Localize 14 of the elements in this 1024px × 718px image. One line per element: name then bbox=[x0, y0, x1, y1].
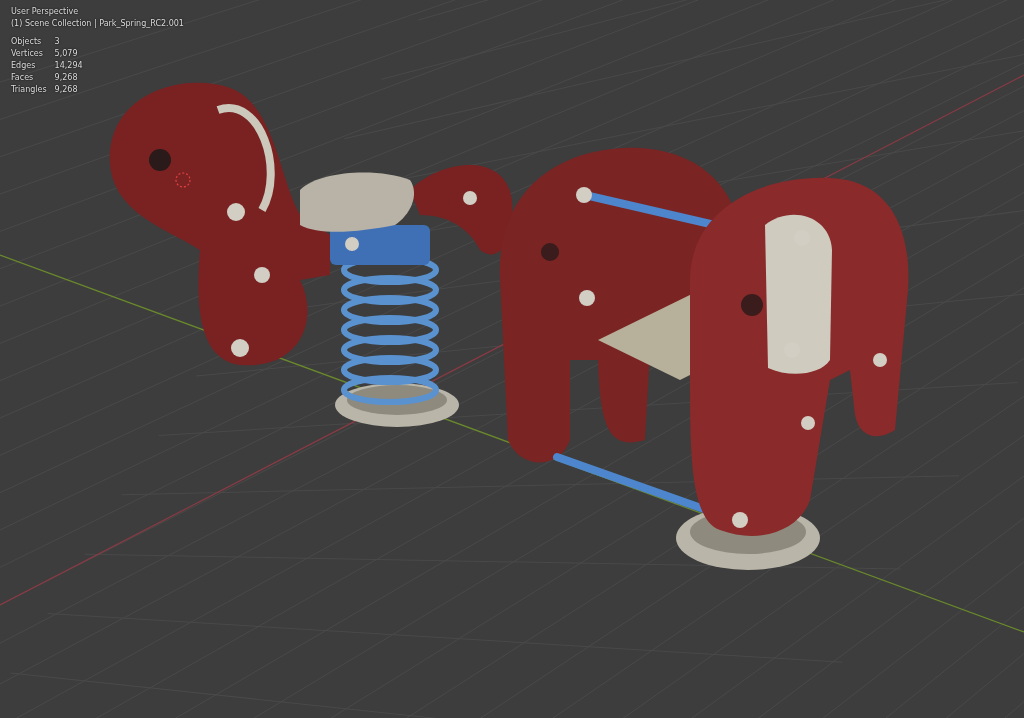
stat-label: Objects bbox=[11, 36, 43, 48]
stat-value: 14,294 bbox=[54, 60, 83, 72]
stat-label: Faces bbox=[11, 72, 35, 84]
stat-label: Triangles bbox=[11, 84, 47, 96]
stat-value: 3 bbox=[54, 36, 61, 48]
3d-viewport[interactable]: User Perspective (1) Scene Collection | Park_Spring_RC2.001 Objects 3 Vertices 5,079 Edges 14,294 Faces 9,268 Triangles 9,268 bbox=[0, 0, 1024, 718]
stat-value: 9,268 bbox=[54, 84, 79, 96]
collection-label: (1) Scene Collection | Park_Spring_RC2.001 bbox=[11, 18, 184, 30]
3d-cursor-icon[interactable] bbox=[175, 172, 191, 188]
stat-value: 5,079 bbox=[54, 48, 79, 60]
view-name-label: User Perspective bbox=[11, 6, 80, 18]
stat-label: Vertices bbox=[11, 48, 44, 60]
stat-value: 9,268 bbox=[54, 72, 79, 84]
stat-label: Edges bbox=[11, 60, 37, 72]
